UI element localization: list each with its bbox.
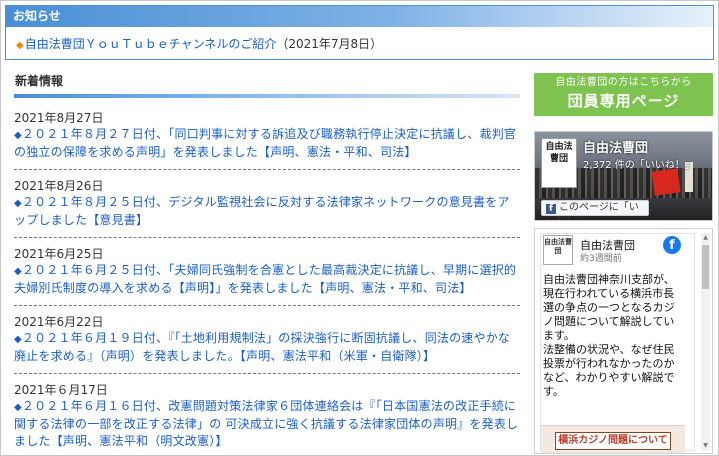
orange-diamond-icon: ◆ (16, 40, 24, 51)
news-link[interactable]: ◆２０２１年８月２５日付、デジタル監視社会に反対する法律家ネットワークの意見書を… (14, 194, 520, 229)
member-banner-caption: 自由法曹団の方はこちらから (555, 77, 692, 88)
news-link[interactable]: ◆２０２１年６月１９日付、『「土地利用規制法」の採決強行に断固抗議し、同法の速や… (14, 330, 520, 365)
feed-scrollbar[interactable]: ▲ ▼ (701, 233, 710, 451)
facebook-round-icon[interactable]: f (663, 236, 681, 254)
facebook-like-button[interactable]: fこのページに「いいね！」 (541, 200, 649, 220)
notice-link-youtube[interactable]: 自由法曹団ＹｏｕＴｕｂｅチャンネルのご紹介 (25, 37, 277, 51)
news-date: 2021年６月17日 (14, 383, 108, 397)
news-item: 2021年8月26日 ◆２０２１年８月２５日付、デジタル監視社会に反対する法律家… (14, 178, 520, 238)
member-banner-title: 団員専用ページ (567, 92, 680, 110)
news-item: 2021年6月25日 ◆２０２１年６月２５日付、「夫婦同氏強制を合憲とした最高裁… (14, 246, 520, 306)
news-date: 2021年8月26日 (14, 179, 104, 193)
news-section: 新着情報 2021年8月27日 ◆２０２１年８月２７日付、「同口判事に対する訴追… (14, 72, 520, 456)
post-timestamp[interactable]: 約3週間前 (580, 251, 622, 264)
post-image-caption: 横浜カジノ問題について (555, 432, 671, 450)
news-item: 2021年６月17日 ◆２０２１年６月１６日付、改憲問題対策法律家６団体連絡会は… (14, 382, 520, 456)
facebook-post-feed[interactable]: 自由法曹団 自由法曹団 約3週間前 f 自由法曹団神奈川支部が、現在行われている… (534, 228, 713, 454)
news-date: 2021年6月22日 (14, 315, 104, 329)
news-item: 2021年6月22日 ◆２０２１年６月１９日付、『「土地利用規制法」の採決強行に… (14, 314, 520, 374)
facebook-like-count: 2,372 件の「いいね！」 (583, 160, 695, 171)
scroll-thumb[interactable] (702, 245, 709, 289)
scroll-down-arrow-icon[interactable]: ▼ (702, 442, 709, 450)
news-heading: 新着情報 (15, 74, 64, 88)
news-date: 2021年6月25日 (14, 247, 104, 261)
news-link[interactable]: ◆２０２１年８月２７日付、「同口判事に対する訴追及び職務執行停止決定に抗議し、裁… (14, 126, 520, 161)
blue-diamond-icon: ◆ (14, 402, 22, 413)
cover-photo-flag (651, 168, 681, 196)
page-logo[interactable]: 自由法曹団 (541, 138, 577, 188)
news-link-text[interactable]: ２０２１年６月１９日付、『「土地利用規制法」の採決強行に断固抗議し、同法の速やか… (14, 331, 510, 363)
news-link[interactable]: ◆２０２１年６月１６日付、改憲問題対策法律家６団体連絡会は『「日本国憲法の改正手… (14, 398, 520, 450)
post-body-text: 自由法曹団神奈川支部が、現在行われている横浜市長選の争点の一つとなるカジノ問題に… (543, 273, 675, 398)
news-item: 2021年8月27日 ◆２０２１年８月２７日付、「同口判事に対する訴追及び職務執… (14, 110, 520, 170)
news-link-text[interactable]: ２０２１年８月２５日付、デジタル監視社会に反対する法律家ネットワークの意見書をア… (14, 195, 510, 227)
news-link-text[interactable]: ２０２１年６月１６日付、改憲問題対策法律家６団体連絡会は『「日本国憲法の改正手続… (14, 399, 518, 448)
blue-diamond-icon: ◆ (14, 334, 22, 345)
facebook-page-name[interactable]: 自由法曹団 (583, 137, 648, 156)
member-page-banner[interactable]: 自由法曹団の方はこちらから 団員専用ページ (534, 73, 713, 116)
scroll-up-arrow-icon[interactable]: ▲ (702, 234, 709, 242)
notice-heading: お知らせ (6, 6, 713, 27)
post-image[interactable]: 横浜カジノ問題について (541, 425, 685, 453)
post-avatar[interactable]: 自由法曹団 (543, 235, 573, 265)
facebook-page-cover[interactable]: 自由法曹団 自由法曹団 2,372 件の「いいね！」 fこのページに「いいね！」 (534, 131, 713, 221)
blue-diamond-icon: ◆ (14, 198, 22, 209)
news-link-text[interactable]: ２０２１年８月２７日付、「同口判事に対する訴追及び職務執行停止決定に抗議し、裁判… (14, 127, 516, 159)
sidebar: 自由法曹団の方はこちらから 団員専用ページ 自由法曹団 自由法曹団 2,372 … (534, 73, 714, 454)
blue-diamond-icon: ◆ (14, 266, 22, 277)
like-button-label: このページに「いいね！」 (546, 202, 639, 220)
notice-box: お知らせ ◆自由法曹団ＹｏｕＴｕｂｅチャンネルのご紹介（2021年7月8日） (5, 5, 714, 60)
news-link[interactable]: ◆２０２１年６月２５日付、「夫婦同氏強制を合憲とした最高裁決定に抗議し、早期に選… (14, 262, 520, 297)
notice-date: （2021年7月8日） (276, 37, 383, 51)
blue-diamond-icon: ◆ (14, 130, 22, 141)
notice-item: ◆自由法曹団ＹｏｕＴｕｂｅチャンネルのご紹介（2021年7月8日） (6, 27, 713, 54)
news-date: 2021年8月27日 (14, 111, 104, 125)
heading-rule (14, 94, 520, 98)
news-link-text[interactable]: ２０２１年６月２５日付、「夫婦同氏強制を合憲とした最高裁決定に抗議し、早期に選択… (14, 263, 516, 295)
facebook-f-icon: f (546, 204, 556, 214)
